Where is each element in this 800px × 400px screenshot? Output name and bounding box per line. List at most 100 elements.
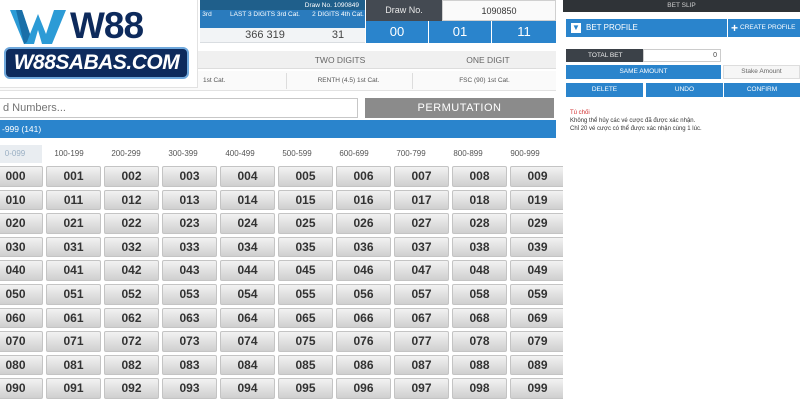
number-cell[interactable]: 041 xyxy=(46,260,101,281)
number-cell[interactable]: 073 xyxy=(162,331,217,352)
number-cell[interactable]: 076 xyxy=(336,331,391,352)
number-cell[interactable]: 099 xyxy=(510,378,565,399)
number-cell[interactable]: 095 xyxy=(278,378,333,399)
number-cell[interactable]: 061 xyxy=(46,307,101,329)
number-cell[interactable]: 036 xyxy=(336,236,391,258)
number-cell[interactable]: 001 xyxy=(46,166,101,187)
number-cell[interactable]: 048 xyxy=(452,260,507,281)
number-cell[interactable]: 040 xyxy=(0,260,43,281)
bet-profile-toggle[interactable]: ▼ BET PROFILE xyxy=(566,19,727,37)
number-cell[interactable]: 000 xyxy=(0,166,43,187)
number-cell[interactable]: 059 xyxy=(510,283,565,305)
range-tab[interactable]: 600-699 xyxy=(327,145,381,163)
number-cell[interactable]: 037 xyxy=(394,236,449,258)
number-cell[interactable]: 086 xyxy=(336,354,391,376)
number-cell[interactable]: 080 xyxy=(0,354,43,376)
tab-two-digits[interactable]: TWO DIGITS xyxy=(280,51,400,69)
number-cell[interactable]: 007 xyxy=(394,166,449,187)
number-cell[interactable]: 084 xyxy=(220,354,275,376)
number-cell[interactable]: 069 xyxy=(510,307,565,329)
number-cell[interactable]: 056 xyxy=(336,283,391,305)
number-cell[interactable]: 055 xyxy=(278,283,333,305)
number-cell[interactable]: 016 xyxy=(336,189,391,211)
number-cell[interactable]: 030 xyxy=(0,236,43,258)
number-cell[interactable]: 097 xyxy=(394,378,449,399)
number-cell[interactable]: 035 xyxy=(278,236,333,258)
number-cell[interactable]: 089 xyxy=(510,354,565,376)
number-cell[interactable]: 003 xyxy=(162,166,217,187)
range-tab[interactable]: 800-899 xyxy=(441,145,495,163)
create-profile-button[interactable]: + CREATE PROFILE xyxy=(729,19,800,37)
confirm-button[interactable]: CONFIRM xyxy=(724,83,800,97)
number-cell[interactable]: 044 xyxy=(220,260,275,281)
range-tab[interactable]: 300-399 xyxy=(156,145,210,163)
number-cell[interactable]: 031 xyxy=(46,236,101,258)
number-cell[interactable]: 022 xyxy=(104,213,159,234)
number-cell[interactable]: 067 xyxy=(394,307,449,329)
number-cell[interactable]: 021 xyxy=(46,213,101,234)
range-tab[interactable]: 100-199 xyxy=(42,145,96,163)
number-cell[interactable]: 087 xyxy=(394,354,449,376)
number-cell[interactable]: 070 xyxy=(0,331,43,352)
number-cell[interactable]: 085 xyxy=(278,354,333,376)
number-cell[interactable]: 018 xyxy=(452,189,507,211)
number-cell[interactable]: 008 xyxy=(452,166,507,187)
number-cell[interactable]: 090 xyxy=(0,378,43,399)
range-tab[interactable]: 200-299 xyxy=(99,145,153,163)
permutation-button[interactable]: PERMUTATION xyxy=(365,98,554,118)
number-cell[interactable]: 082 xyxy=(104,354,159,376)
number-cell[interactable]: 033 xyxy=(162,236,217,258)
number-cell[interactable]: 091 xyxy=(46,378,101,399)
range-tab[interactable]: 700-799 xyxy=(384,145,438,163)
number-cell[interactable]: 011 xyxy=(46,189,101,211)
number-cell[interactable]: 092 xyxy=(104,378,159,399)
number-cell[interactable]: 019 xyxy=(510,189,565,211)
number-cell[interactable]: 072 xyxy=(104,331,159,352)
number-cell[interactable]: 014 xyxy=(220,189,275,211)
number-cell[interactable]: 009 xyxy=(510,166,565,187)
number-cell[interactable]: 050 xyxy=(0,283,43,305)
number-cell[interactable]: 075 xyxy=(278,331,333,352)
number-cell[interactable]: 026 xyxy=(336,213,391,234)
number-cell[interactable]: 062 xyxy=(104,307,159,329)
number-cell[interactable]: 027 xyxy=(394,213,449,234)
range-tab[interactable]: 500-599 xyxy=(270,145,324,163)
number-cell[interactable]: 032 xyxy=(104,236,159,258)
range-tab[interactable]: 0-099 xyxy=(0,145,42,163)
number-cell[interactable]: 023 xyxy=(162,213,217,234)
tab-one-digit[interactable]: ONE DIGIT xyxy=(428,51,548,69)
number-cell[interactable]: 065 xyxy=(278,307,333,329)
number-cell[interactable]: 006 xyxy=(336,166,391,187)
number-cell[interactable]: 043 xyxy=(162,260,217,281)
number-cell[interactable]: 071 xyxy=(46,331,101,352)
number-cell[interactable]: 042 xyxy=(104,260,159,281)
number-cell[interactable]: 049 xyxy=(510,260,565,281)
number-cell[interactable]: 068 xyxy=(452,307,507,329)
number-cell[interactable]: 004 xyxy=(220,166,275,187)
number-cell[interactable]: 047 xyxy=(394,260,449,281)
numbers-input[interactable] xyxy=(0,98,358,118)
number-cell[interactable]: 096 xyxy=(336,378,391,399)
number-cell[interactable]: 058 xyxy=(452,283,507,305)
number-cell[interactable]: 078 xyxy=(452,331,507,352)
number-cell[interactable]: 077 xyxy=(394,331,449,352)
number-cell[interactable]: 039 xyxy=(510,236,565,258)
number-cell[interactable]: 079 xyxy=(510,331,565,352)
number-cell[interactable]: 081 xyxy=(46,354,101,376)
number-cell[interactable]: 005 xyxy=(278,166,333,187)
number-cell[interactable]: 002 xyxy=(104,166,159,187)
delete-button[interactable]: DELETE xyxy=(566,83,643,97)
number-cell[interactable]: 013 xyxy=(162,189,217,211)
number-cell[interactable]: 063 xyxy=(162,307,217,329)
number-cell[interactable]: 074 xyxy=(220,331,275,352)
number-cell[interactable]: 054 xyxy=(220,283,275,305)
number-cell[interactable]: 034 xyxy=(220,236,275,258)
number-cell[interactable]: 052 xyxy=(104,283,159,305)
number-cell[interactable]: 094 xyxy=(220,378,275,399)
number-cell[interactable]: 017 xyxy=(394,189,449,211)
number-cell[interactable]: 024 xyxy=(220,213,275,234)
range-tab[interactable]: 400-499 xyxy=(213,145,267,163)
number-cell[interactable]: 046 xyxy=(336,260,391,281)
number-cell[interactable]: 093 xyxy=(162,378,217,399)
same-amount-button[interactable]: SAME AMOUNT xyxy=(566,65,721,79)
